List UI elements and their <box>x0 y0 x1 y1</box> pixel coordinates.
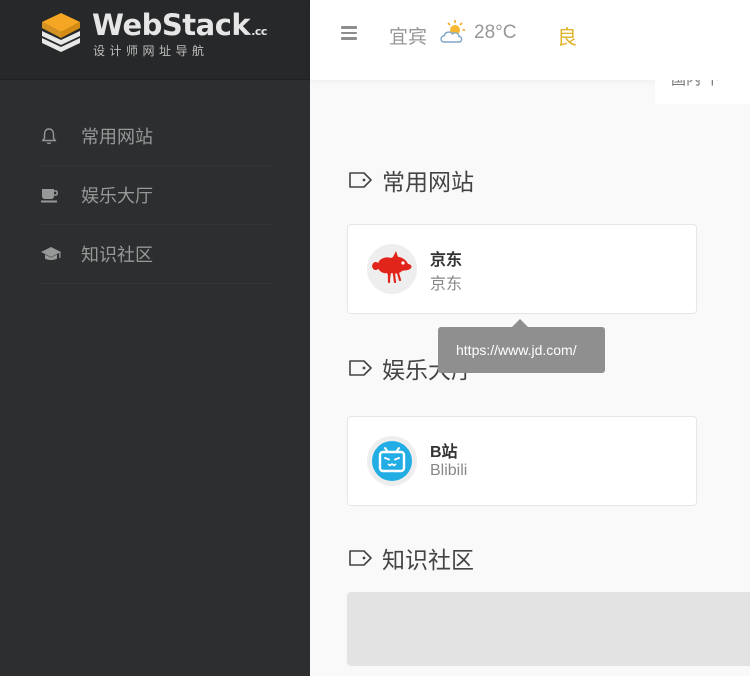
bell-icon <box>40 126 64 146</box>
section-title-text: 常用网站 <box>382 169 474 195</box>
jd-dog-logo <box>367 244 417 294</box>
webstack-logo-icon <box>40 10 82 61</box>
partly-cloudy-icon <box>438 19 470 50</box>
site-card-name: 京东 <box>430 252 463 269</box>
brand-title-suffix: .cc <box>251 25 267 38</box>
sidebar-item-knowledge[interactable]: 知识社区 <box>40 225 272 284</box>
sidebar-item-common-sites[interactable]: 常用网站 <box>40 107 272 166</box>
sidebar-item-label: 常用网站 <box>81 127 153 147</box>
url-tooltip: https://www.jd.com/ <box>438 327 605 373</box>
menu-toggle-icon[interactable] <box>341 26 357 40</box>
site-card-bilibili[interactable]: B站 Blibili <box>347 416 697 506</box>
brand-subtitle: 设计师网址导航 <box>93 44 209 58</box>
sidebar: WebStack.cc 设计师网址导航 常用网站 娱乐大厅 知识社区 <box>0 0 310 676</box>
sidebar-item-label: 知识社区 <box>81 245 153 265</box>
sidebar-item-label: 娱乐大厅 <box>81 186 153 206</box>
sidebar-item-entertainment[interactable]: 娱乐大厅 <box>40 166 272 225</box>
weather-temperature: 28°C <box>474 22 517 43</box>
section-title-knowledge: 知识社区 <box>347 541 474 575</box>
weather-dropdown-text: 国内 下 <box>671 80 720 89</box>
site-card-desc: 京东 <box>430 276 463 293</box>
tag-icon <box>347 170 373 190</box>
bilibili-tv-logo <box>367 436 417 486</box>
tag-icon <box>347 548 373 568</box>
brand-title: WebStack.cc <box>92 8 267 42</box>
tag-icon <box>347 358 373 378</box>
section-title-common-sites: 常用网站 <box>347 163 474 197</box>
site-card-jd[interactable]: 京东 京东 <box>347 224 697 314</box>
weather-dropdown-strip[interactable]: 国内 下 <box>655 80 750 104</box>
logo-bar[interactable]: WebStack.cc 设计师网址导航 <box>0 0 310 80</box>
section-title-text: 知识社区 <box>382 547 474 573</box>
top-header: 宜宾 28°C 良 <box>310 0 750 80</box>
weather-city: 宜宾 <box>389 27 428 48</box>
tooltip-arrow <box>512 319 528 327</box>
site-card-desc: Blibili <box>430 462 468 479</box>
air-quality-label: 良 <box>557 27 577 49</box>
coffee-cup-icon <box>40 185 64 205</box>
sidebar-menu: 常用网站 娱乐大厅 知识社区 <box>40 107 272 284</box>
loading-card-placeholder <box>347 592 750 666</box>
graduation-cap-icon <box>40 244 64 264</box>
site-card-name: B站 <box>430 444 458 461</box>
